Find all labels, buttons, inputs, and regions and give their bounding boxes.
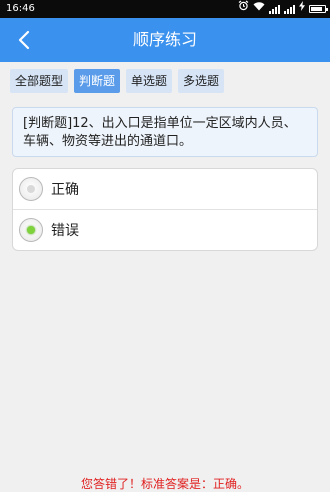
option-label: 错误 bbox=[51, 223, 79, 239]
tab-true-false[interactable]: 判断题 bbox=[74, 69, 121, 93]
option-false[interactable]: 错误 bbox=[13, 209, 317, 250]
question-text: [判断题]12、出入口是指单位一定区域内人员、车辆、物资等进出的通道口。 bbox=[12, 107, 318, 157]
radio-button[interactable] bbox=[19, 177, 43, 201]
signal-icon bbox=[269, 4, 280, 14]
answer-options: 正确 错误 bbox=[12, 168, 318, 251]
question-type-tabs: 全部题型 判断题 单选题 多选题 bbox=[10, 69, 225, 93]
signal-icon bbox=[284, 4, 295, 14]
page-title: 顺序练习 bbox=[132, 30, 197, 49]
title-bar: 顺序练习 bbox=[0, 18, 330, 62]
charging-icon bbox=[299, 0, 305, 18]
tab-all-types[interactable]: 全部题型 bbox=[10, 69, 69, 93]
alarm-icon bbox=[238, 0, 249, 18]
option-label: 正确 bbox=[51, 182, 79, 198]
tab-multiple-choice[interactable]: 多选题 bbox=[178, 69, 225, 93]
option-true[interactable]: 正确 bbox=[13, 169, 317, 209]
wifi-icon bbox=[253, 0, 265, 18]
status-icons bbox=[238, 0, 328, 18]
tab-single-choice[interactable]: 单选题 bbox=[126, 69, 173, 93]
status-time: 16:46 bbox=[6, 3, 35, 14]
battery-icon bbox=[309, 5, 328, 13]
status-bar: 16:46 bbox=[0, 0, 330, 18]
radio-button-selected[interactable] bbox=[19, 218, 43, 242]
